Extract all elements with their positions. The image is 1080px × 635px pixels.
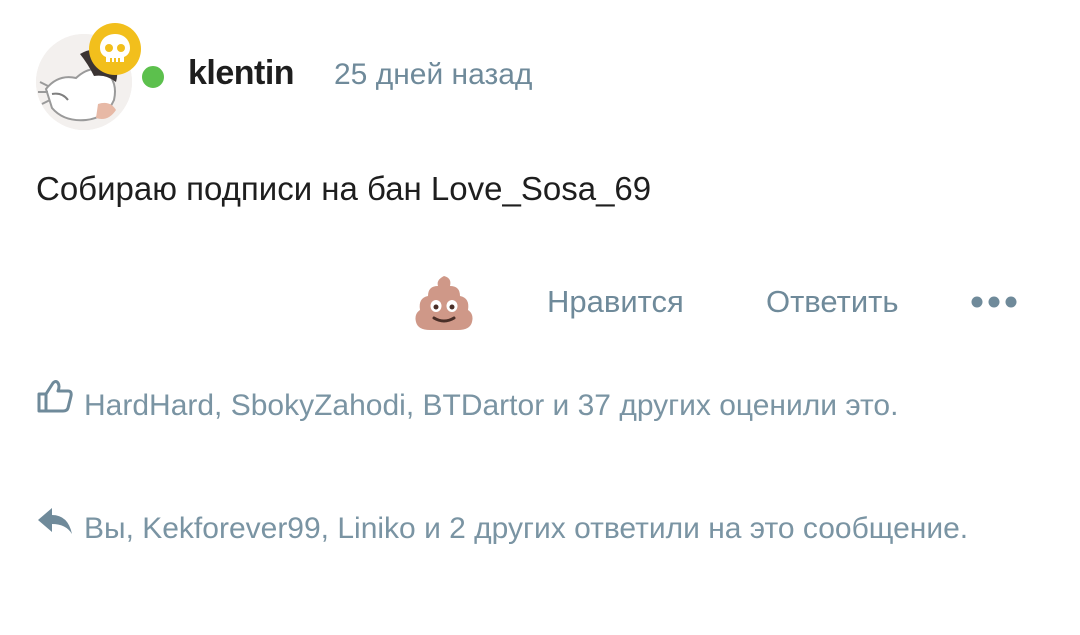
online-status-indicator	[138, 62, 168, 92]
thumbs-up-icon	[36, 375, 74, 433]
comment-text: Собираю подписи на бан Love_Sosa_69	[36, 170, 652, 207]
like-button[interactable]: Нравится	[547, 284, 684, 320]
reply-arrow-icon	[36, 498, 74, 556]
likes-summary-text: HardHard, SbokyZahodi, BTDartor и 37 дру…	[84, 389, 899, 422]
timestamp: 25 дней назад	[334, 58, 533, 91]
replies-summary-text: Вы, Kekforever99, Liniko и 2 других отве…	[84, 512, 969, 545]
replies-summary[interactable]: Вы, Kekforever99, Liniko и 2 других отве…	[36, 500, 1026, 559]
reply-button[interactable]: Ответить	[766, 284, 899, 320]
comment-actions: Нравится Ответить	[0, 270, 1080, 334]
comment-card: klentin 25 дней назад Собираю подписи на…	[0, 0, 1080, 635]
poop-emoji-icon[interactable]	[412, 272, 476, 332]
comment-header: klentin 25 дней назад	[36, 22, 736, 130]
more-dots-icon[interactable]	[968, 290, 1020, 314]
skull-icon	[88, 22, 142, 76]
likes-summary[interactable]: HardHard, SbokyZahodi, BTDartor и 37 дру…	[36, 377, 1026, 436]
username[interactable]: klentin	[188, 54, 295, 93]
